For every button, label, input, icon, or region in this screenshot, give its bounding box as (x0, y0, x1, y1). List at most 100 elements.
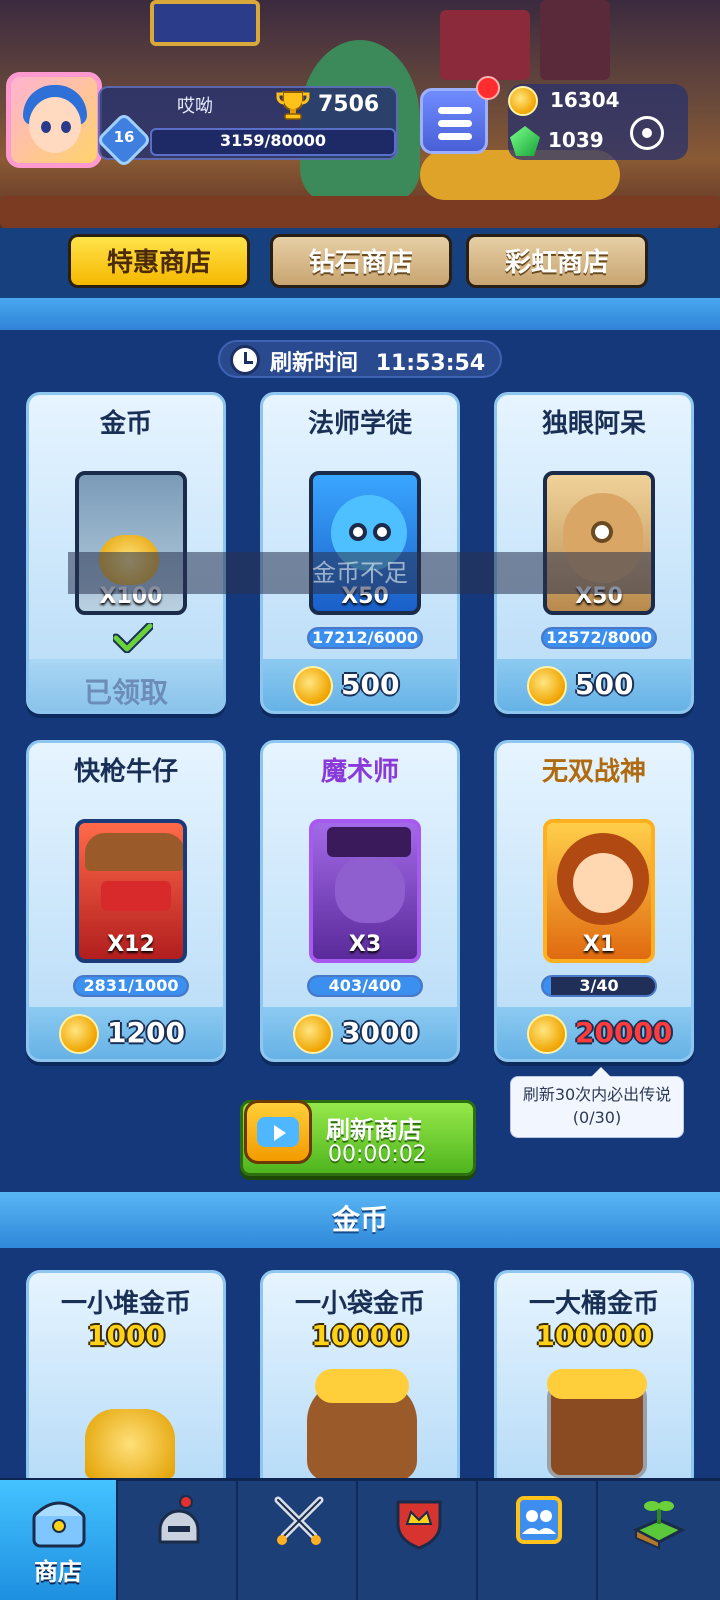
player-avatar[interactable] (6, 72, 102, 168)
claimed-bar: 已领取 (29, 659, 223, 711)
coin-pile-icon (85, 1409, 175, 1479)
check-icon (113, 623, 153, 653)
price-value: 500 (341, 668, 400, 701)
coin-icon (527, 1014, 567, 1054)
item-title: 独眼阿呆 (541, 409, 646, 439)
menu-line (438, 133, 472, 140)
coin-icon (293, 666, 333, 706)
gold-pack-amount: 100000 (535, 1319, 653, 1352)
shop-chest-icon (32, 1501, 86, 1548)
price-bar[interactable]: 500 (497, 659, 691, 711)
level-number: 16 (113, 128, 135, 146)
books-decoration (540, 0, 610, 80)
gold-pack-name: 一大桶金币 (528, 1289, 659, 1319)
card-progress-text: 12572/8000 (545, 628, 653, 647)
top-hat-icon (327, 827, 411, 857)
cowboy-hat-icon (85, 833, 183, 871)
gold-pack-name: 一小堆金币 (60, 1289, 191, 1319)
item-quantity: X12 (107, 932, 155, 957)
glasses-icon (349, 523, 367, 541)
coin-icon (508, 86, 538, 116)
tab-special-shop[interactable]: 特惠商店 (68, 234, 250, 288)
crown-shield-icon (396, 1500, 442, 1550)
gold-section-title: 金币 (0, 1192, 720, 1248)
avatar-eye (61, 121, 71, 133)
xp-text: 3159/80000 (219, 131, 327, 150)
gold-pack-big-barrel[interactable]: 一大桶金币 100000 (494, 1270, 694, 1490)
war-god-portrait: X1 (543, 819, 655, 963)
card-progress-text: 403/400 (328, 976, 402, 995)
tab-diamond-shop[interactable]: 钻石商店 (270, 234, 452, 288)
nav-island[interactable] (600, 1480, 718, 1600)
refresh-time-text: 刷新时间 11:53:54 (270, 345, 485, 377)
trophy-icon (276, 91, 310, 120)
bandana-icon (101, 881, 171, 911)
knight-helmet-icon (158, 1495, 200, 1544)
refresh-time-value: 11:53:54 (375, 351, 486, 376)
sprout-island-icon (632, 1501, 686, 1550)
menu-line (438, 120, 472, 127)
coin-count: 16304 (550, 88, 620, 112)
price-value: 1200 (107, 1016, 185, 1049)
item-title: 法师学徒 (307, 409, 412, 439)
shelf-plank (0, 196, 720, 228)
video-ad-icon (244, 1100, 312, 1164)
menu-line (438, 107, 472, 114)
insufficient-coins-toast: 金币不足 (68, 552, 652, 594)
gunslinger-portrait: X12 (75, 819, 187, 963)
card-progress-text: 3/40 (579, 976, 619, 995)
card-progress-text: 2831/1000 (83, 976, 179, 995)
gem-count: 1039 (548, 128, 604, 152)
coin-icon (59, 1014, 99, 1054)
item-quantity: X3 (348, 932, 382, 957)
trophy-count: 7506 (318, 92, 380, 117)
coin-icon (293, 1014, 333, 1054)
price-bar[interactable]: 3000 (263, 1007, 457, 1059)
price-value: 500 (575, 668, 634, 701)
price-bar[interactable]: 500 (263, 659, 457, 711)
nav-team[interactable] (480, 1480, 598, 1600)
item-card-magician[interactable]: 魔术师 X3 403/400 3000 (260, 740, 460, 1062)
target-icon[interactable] (630, 116, 664, 150)
gold-pack-amount: 1000 (87, 1319, 165, 1352)
menu-button[interactable] (420, 88, 488, 154)
card-progress-text: 17212/6000 (311, 628, 419, 647)
daily-section-bar (0, 298, 720, 330)
price-bar[interactable]: 20000 (497, 1007, 691, 1059)
coin-bag-top (315, 1369, 409, 1403)
nav-rank[interactable] (360, 1480, 478, 1600)
gold-pack-name: 一小袋金币 (294, 1289, 425, 1319)
gold-pack-amount: 10000 (311, 1319, 409, 1352)
coin-icon (527, 666, 567, 706)
item-card-war-god[interactable]: 无双战神 X1 3/40 20000 (494, 740, 694, 1062)
refresh-shop-timer: 00:00:02 (328, 1142, 427, 1167)
item-title: 金币 (99, 409, 152, 439)
avatar-face (29, 97, 81, 153)
avatar-eye (41, 121, 51, 133)
gold-pack-small-pile[interactable]: 一小堆金币 1000 (26, 1270, 226, 1490)
war-god-face-icon (573, 853, 633, 913)
magician-portrait: X3 (309, 819, 421, 963)
nav-battle[interactable] (240, 1480, 358, 1600)
tooltip-line: 刷新30次内必出传说 (522, 1085, 672, 1104)
player-name[interactable]: 哎呦 (150, 92, 240, 118)
item-title: 无双战神 (541, 757, 646, 787)
tab-rainbow-shop[interactable]: 彩虹商店 (466, 234, 648, 288)
price-bar[interactable]: 1200 (29, 1007, 223, 1059)
refresh-shop-label: 刷新商店 (326, 1116, 422, 1144)
tooltip-line: (0/30) (572, 1108, 622, 1127)
nav-heroes[interactable] (120, 1480, 238, 1600)
coin-barrel-top (547, 1369, 647, 1399)
nav-label: 商店 (34, 1558, 82, 1586)
legendary-guarantee-tooltip: 刷新30次内必出传说 (0/30) (510, 1067, 684, 1138)
item-card-gunslinger[interactable]: 快枪牛仔 X12 2831/1000 1200 (26, 740, 226, 1062)
crossed-swords-icon (274, 1496, 324, 1545)
glasses-icon (373, 523, 391, 541)
gold-pack-small-bag[interactable]: 一小袋金币 10000 (260, 1270, 460, 1490)
refresh-time-label: 刷新时间 (270, 351, 359, 376)
nav-shop[interactable]: 商店 (0, 1480, 118, 1600)
books-decoration (440, 10, 530, 80)
price-value: 3000 (341, 1016, 419, 1049)
clock-icon (230, 345, 260, 375)
team-banner-icon (516, 1496, 562, 1544)
